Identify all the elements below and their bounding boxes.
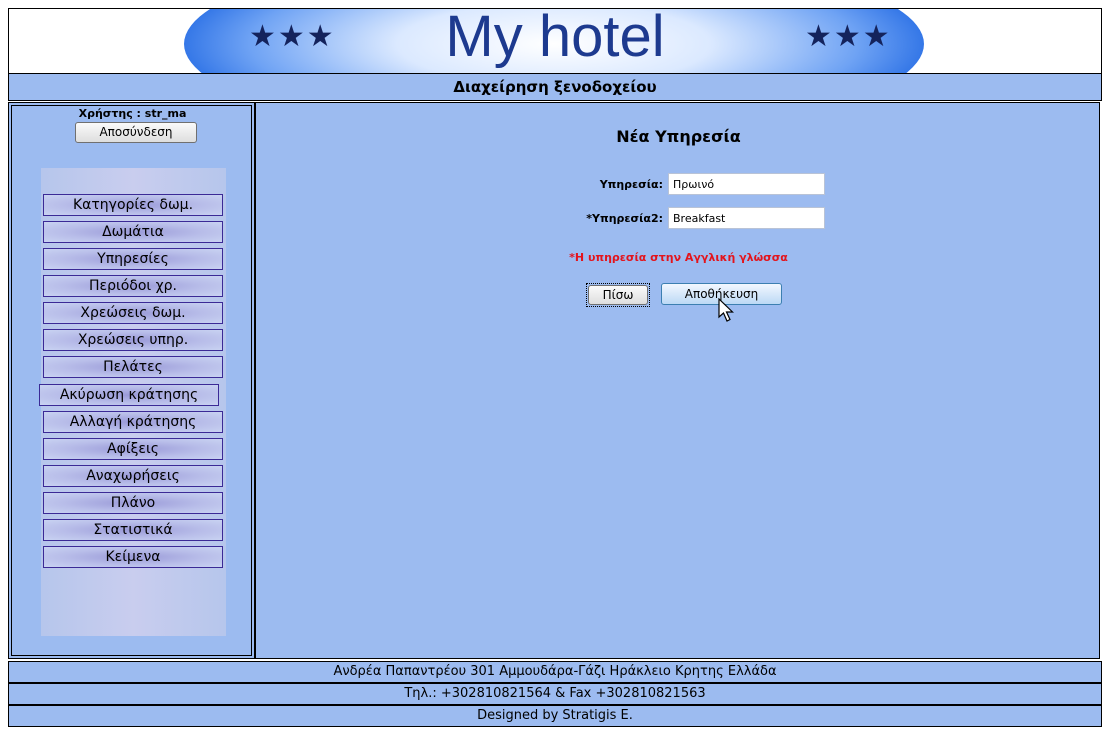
user-label: Χρήστης : str_ma bbox=[78, 107, 187, 120]
sidebar-menu: Κατηγορίες δωμ. Δωμάτια Υπηρεσίες Περιόδ… bbox=[39, 168, 226, 636]
footer-phone: Τηλ.: +302810821564 & Fax +302810821563 bbox=[8, 683, 1102, 705]
menu-item-room-categories[interactable]: Κατηγορίες δωμ. bbox=[43, 194, 223, 216]
page-subtitle: Διαχείρηση ξενοδοχείου bbox=[8, 73, 1102, 101]
back-button-label: Πίσω bbox=[588, 285, 648, 305]
menu-item-services[interactable]: Υπηρεσίες bbox=[43, 248, 223, 270]
service-input[interactable]: Πρωινό bbox=[668, 173, 825, 195]
menu-item-change-booking[interactable]: Αλλαγή κράτησης bbox=[43, 411, 223, 433]
back-button[interactable]: Πίσω bbox=[586, 283, 650, 307]
page-title: Νέα Υπηρεσία bbox=[616, 127, 741, 146]
english-note: *Η υπηρεσία στην Αγγλική γλώσσα bbox=[569, 251, 788, 264]
menu-item-departures[interactable]: Αναχωρήσεις bbox=[43, 465, 223, 487]
service2-label: *Υπηρεσία2: bbox=[586, 212, 663, 225]
service-label: Υπηρεσία: bbox=[599, 178, 663, 191]
footer-designer: Designed by Stratigis E. bbox=[8, 705, 1102, 727]
footer-address: Ανδρέα Παπαντρέου 301 Αμμουδάρα-Γάζι Ηρά… bbox=[8, 661, 1102, 683]
mouse-pointer-icon bbox=[718, 298, 734, 322]
stars-right-icon: ★★★ bbox=[805, 19, 892, 54]
site-logo: My hotel bbox=[445, 8, 665, 69]
menu-item-periods[interactable]: Περιόδοι χρ. bbox=[43, 275, 223, 297]
menu-item-arrivals[interactable]: Αφίξεις bbox=[43, 438, 223, 460]
menu-item-statistics[interactable]: Στατιστικά bbox=[43, 519, 223, 541]
main-content: Νέα Υπηρεσία Υπηρεσία: Πρωινό *Υπηρεσία2… bbox=[255, 102, 1100, 659]
site-header: ★★★ My hotel ★★★ bbox=[8, 8, 1102, 74]
menu-item-plan[interactable]: Πλάνο bbox=[43, 492, 223, 514]
menu-item-customers[interactable]: Πελάτες bbox=[43, 356, 223, 378]
sidebar: Χρήστης : str_ma Αποσύνδεση Κατηγορίες δ… bbox=[8, 102, 255, 659]
menu-item-rooms[interactable]: Δωμάτια bbox=[43, 221, 223, 243]
menu-item-service-charges[interactable]: Χρεώσεις υπηρ. bbox=[43, 329, 223, 351]
menu-item-cancel-booking[interactable]: Ακύρωση κράτησης bbox=[39, 384, 219, 406]
menu-item-texts[interactable]: Κείμενα bbox=[43, 546, 223, 568]
service2-input[interactable]: Breakfast bbox=[668, 207, 825, 229]
menu-item-room-charges[interactable]: Χρεώσεις δωμ. bbox=[43, 302, 223, 324]
logout-button[interactable]: Αποσύνδεση bbox=[75, 122, 197, 143]
page-frame: ★★★ My hotel ★★★ Διαχείρηση ξενοδοχείου … bbox=[8, 8, 1102, 734]
sidebar-panel: Χρήστης : str_ma Αποσύνδεση Κατηγορίες δ… bbox=[11, 105, 252, 656]
